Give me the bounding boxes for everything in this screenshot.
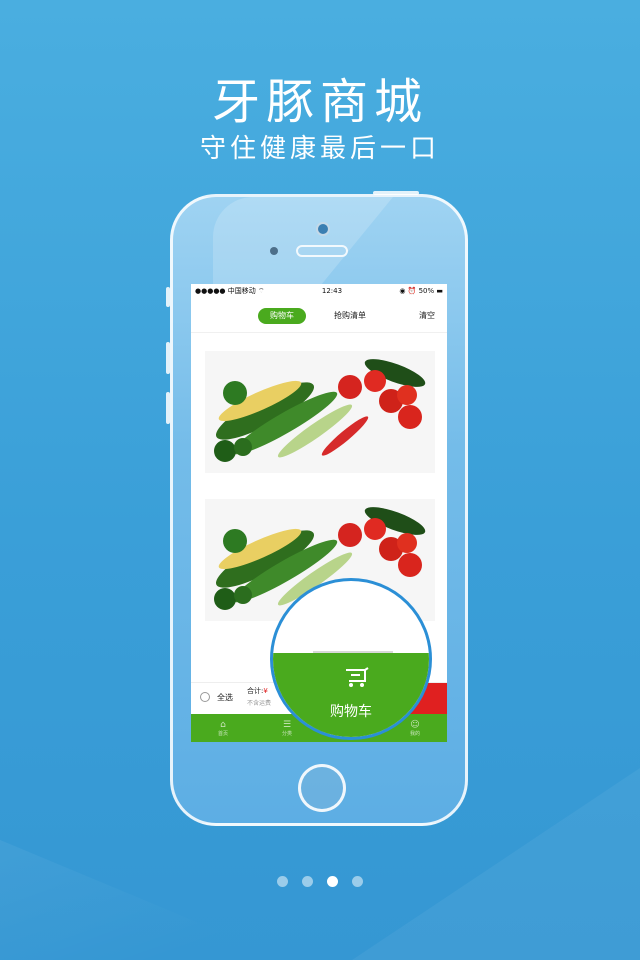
page-dot-active[interactable]: [327, 876, 338, 887]
power-button: [373, 191, 419, 195]
volume-down-button: [166, 392, 170, 424]
total-text: 合计:: [247, 687, 264, 695]
mute-switch: [166, 287, 170, 307]
page-indicator: [0, 876, 640, 887]
tab-home[interactable]: ⌂ 首页: [191, 714, 255, 742]
home-icon: ⌂: [220, 719, 226, 730]
page-dot[interactable]: [302, 876, 313, 887]
app-title: 牙豚商城: [211, 74, 428, 130]
proximity-sensor: [270, 247, 278, 255]
cart-icon[interactable]: [343, 667, 371, 689]
vegetables-picture: [205, 351, 435, 473]
total-label: 合计:¥: [247, 686, 268, 696]
page-dot[interactable]: [277, 876, 288, 887]
cart-tab-magnifier: 购物车: [270, 578, 432, 740]
magnified-cart-label[interactable]: 购物车: [273, 701, 429, 721]
cart-top-nav: 购物车 抢购清单 清空: [191, 298, 447, 333]
home-button[interactable]: [298, 764, 346, 812]
carrier-signal: ●●●●● 中国移动 ⌔: [195, 287, 265, 295]
tab-cart[interactable]: 购物车: [258, 308, 306, 324]
select-all-label[interactable]: 全选: [217, 692, 233, 703]
clear-cart-button[interactable]: 清空: [419, 308, 435, 324]
select-all-radio[interactable]: [200, 692, 210, 702]
product-image[interactable]: [205, 351, 435, 473]
phone-reflection: [213, 197, 393, 285]
status-time: 12:43: [321, 287, 343, 295]
app-slogan: 守住健康最后一口: [199, 134, 440, 164]
earpiece-speaker: [296, 245, 348, 257]
page-dot[interactable]: [352, 876, 363, 887]
battery-status: ◉ ⏰ 50% ▬: [399, 287, 443, 295]
tab-flash-sale-list[interactable]: 抢购清单: [334, 308, 366, 324]
tab-home-label: 首页: [217, 730, 228, 737]
total-currency: ¥: [263, 687, 268, 695]
volume-up-button: [166, 342, 170, 374]
front-camera: [316, 222, 330, 236]
freight-note: 不含运费: [247, 700, 272, 707]
status-bar: ●●●●● 中国移动 ⌔ 12:43 ◉ ⏰ 50% ▬: [191, 284, 447, 298]
